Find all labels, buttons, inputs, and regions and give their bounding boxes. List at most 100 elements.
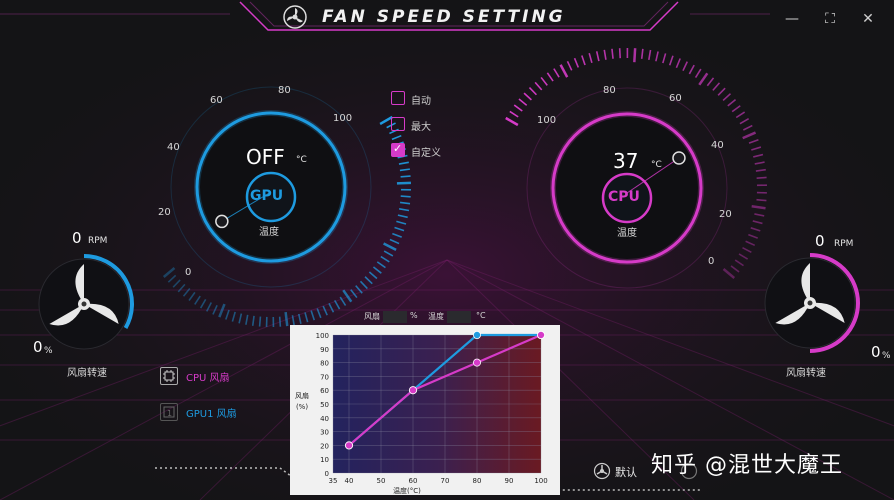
gpu-tick-mark [333,299,341,310]
cpu-fan-select[interactable] [160,367,178,385]
gpu-fan-select[interactable]: 1 [160,403,178,421]
fan-curve-chart[interactable]: 010203040506070809010035 40 50 60 70 80 90 100风… [290,325,560,495]
cpu-tick-mark [738,253,749,260]
left-fan-rpm-value: 0 [72,229,82,247]
cpu-tick-mark [731,105,741,113]
gpu-tick-mark [238,313,243,324]
chart-point[interactable] [536,331,545,339]
gpu-tick-mark [364,276,373,285]
chart-x-tick: 50 [377,477,386,485]
chart-x-tick: 60 [409,477,418,485]
gpu-tick-mark [310,310,316,321]
cpu-tick-mark [603,49,607,60]
gpu-tick-mark [278,316,282,327]
cpu-tick-mark [588,52,593,64]
reset-icon[interactable] [593,462,611,480]
cpu-tick-mark [727,98,737,107]
gpu-tick-mark [225,309,230,320]
gpu-temp-value: OFF [246,145,285,169]
gpu-tick-20: 20 [158,207,171,218]
right-fan-caption: 风扇转速 [786,368,826,379]
gpu-tick-mark [328,302,335,313]
temp-input[interactable] [447,311,471,323]
mode-custom-checkbox[interactable] [391,142,405,157]
cpu-tick-mark [518,98,528,106]
cpu-tick-mark [540,76,548,86]
cpu-tick-mark [513,104,523,112]
cpu-tick-mark [662,53,667,64]
cpu-tick-mark [655,51,659,62]
gpu-tick-mark [391,134,402,141]
gpu-tick-mark [177,283,186,293]
mode-custom-label[interactable]: 自定义 [411,144,441,159]
mode-auto-checkbox[interactable] [391,91,405,105]
gpu-fan-label[interactable]: GPU1 风扇 [186,405,237,420]
mode-max-checkbox[interactable] [391,117,405,131]
cpu-tick-mark [756,176,767,179]
gpu-tick-mark [322,305,328,316]
gpu-tick-60: 60 [210,95,223,106]
gpu-tick-80: 80 [278,85,291,96]
gpu-tick-mark [392,232,402,238]
cpu-tick-mark [559,64,569,78]
cpu-tick-mark [742,246,752,253]
gpu-tick-mark [284,312,289,327]
chart-y-tick: 80 [320,360,329,368]
cpu-tick-mark [717,87,726,96]
fan-percent-input[interactable] [383,311,407,323]
gpu-tick-mark [399,208,410,212]
cpu-tick-mark [566,60,573,71]
cpu-tick-60: 60 [669,93,682,104]
gpu-chip-label: GPU [250,188,284,204]
chart-x-tick: 40 [345,477,354,485]
gpu-tick-mark [194,295,201,305]
cpu-tick-mark [611,48,614,59]
gpu-tick-100: 100 [333,113,353,124]
cpu-tick-mark [648,49,652,60]
cpu-tick-mark [742,131,757,140]
cpu-tick-mark [756,198,767,202]
chart-point[interactable] [472,358,481,367]
gpu-tick-mark [206,302,213,312]
temp-input-unit: °C [476,311,486,320]
gpu-tick-mark [399,201,411,205]
chart-y-tick: 100 [316,332,329,340]
chart-y-tick: 90 [320,346,329,354]
gpu-tick-mark [316,308,322,319]
cpu-tick-mark [754,213,765,217]
cpu-tick-mark [528,87,537,96]
chart-point[interactable] [345,441,354,450]
chart-point[interactable] [472,331,481,339]
gpu-tick-mark [212,304,218,315]
default-button[interactable]: 默认 [615,464,637,480]
left-fan-percent-unit: % [44,346,53,356]
chart-point[interactable] [409,386,418,395]
cpu-tick-100: 100 [537,115,557,126]
mode-max-label[interactable]: 最大 [411,118,431,133]
gpu-tick-mark [172,279,181,288]
gpu-tick-mark [350,289,358,299]
cpu-temp-caption: 温度 [617,228,637,239]
gpu-temp-caption: 温度 [259,227,279,238]
mode-auto-label[interactable]: 自动 [411,92,431,107]
cpu-tick-mark [755,168,766,172]
cpu-tick-mark [742,124,753,131]
temp-input-label: 温度 [428,312,444,321]
cpu-tick-mark [745,240,756,247]
gpu-tick-mark [245,314,249,325]
cpu-tick-mark [682,61,688,72]
cpu-tick-mark [751,205,766,210]
cpu-fan-label[interactable]: CPU 风扇 [186,369,230,384]
right-fan-percent-value: 0 [871,343,881,361]
cpu-tick-mark [730,265,740,273]
cpu-tick-mark [754,161,765,165]
fan-input-label: 风扇 [364,312,380,321]
cpu-tick-mark [675,58,681,69]
gpu-tick-mark [218,303,226,318]
cpu-tick-mark [739,118,750,125]
gpu-tick-mark [231,311,236,322]
left-fan-hub-dot [81,301,87,307]
left-fan-caption: 风扇转速 [67,368,107,379]
gpu-tick-mark [380,255,390,263]
cpu-tick-80: 80 [603,85,616,96]
